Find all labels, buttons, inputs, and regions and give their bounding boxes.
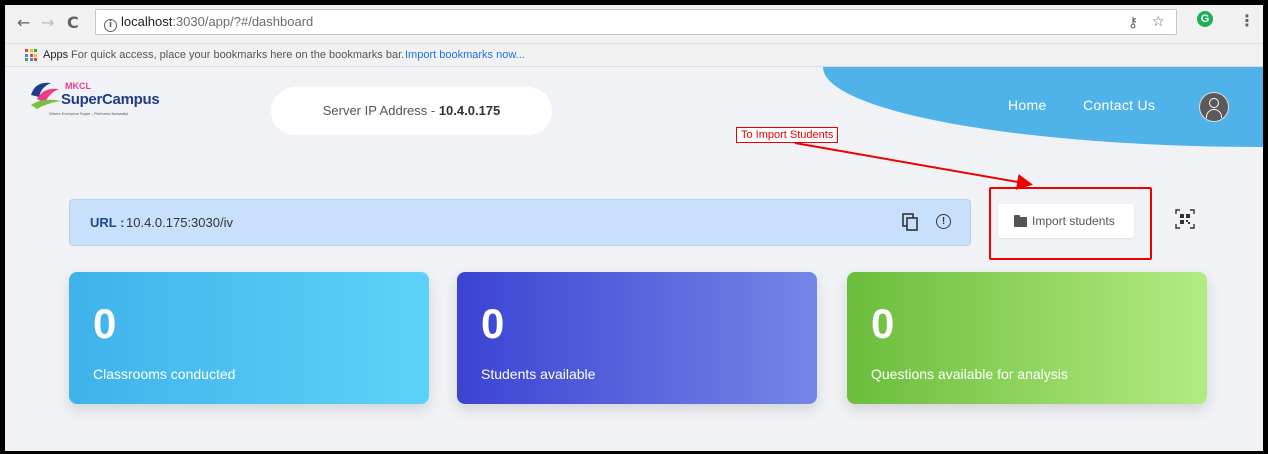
card-value: 0: [93, 300, 117, 347]
card-caption: Questions available for analysis: [871, 366, 1068, 382]
students-card[interactable]: 0 Students available: [457, 272, 817, 404]
bookmark-star-icon[interactable]: ☆: [1152, 10, 1165, 34]
import-bookmarks-link[interactable]: Import bookmarks now...: [405, 44, 525, 66]
bookmarks-hint: For quick access, place your bookmarks h…: [71, 49, 405, 61]
url-value: 10.4.0.175:3030/iv: [126, 215, 233, 230]
nav-home-link[interactable]: Home: [1008, 97, 1047, 113]
server-ip-pill: Server IP Address - 10.4.0.175: [271, 87, 552, 135]
reload-button[interactable]: C: [67, 13, 79, 33]
back-button[interactable]: ←: [17, 13, 30, 33]
url-info-bar: URL : 10.4.0.175:3030/iv !: [69, 199, 971, 246]
card-caption: Students available: [481, 366, 596, 382]
user-avatar-icon[interactable]: [1199, 92, 1229, 122]
grammarly-extension-icon[interactable]: G: [1197, 11, 1213, 27]
card-value: 0: [481, 300, 505, 347]
key-icon[interactable]: ⚷: [1128, 11, 1138, 35]
supercampus-logo[interactable]: MKCL SuperCampus Where Everyone Super - …: [29, 79, 199, 119]
copy-icon[interactable]: [902, 213, 918, 231]
url-path: :3030/app/?#/dashboard: [172, 14, 314, 29]
nav-contact-link[interactable]: Contact Us: [1083, 97, 1155, 113]
card-caption: Classrooms conducted: [93, 366, 236, 382]
logo-tagline: Where Everyone Super - Performs Naturall…: [49, 111, 129, 116]
questions-card[interactable]: 0 Questions available for analysis: [847, 272, 1207, 404]
bookmarks-bar: Apps For quick access, place your bookma…: [5, 44, 1263, 67]
annotation-highlight-box: [989, 187, 1152, 260]
info-alert-icon[interactable]: !: [936, 214, 951, 229]
classrooms-card[interactable]: 0 Classrooms conducted: [69, 272, 429, 404]
forward-button[interactable]: →: [41, 13, 54, 33]
browser-menu-icon[interactable]: ⋮: [1239, 11, 1255, 31]
url-label: URL :: [90, 215, 125, 230]
url-host: localhost: [121, 14, 173, 29]
address-bar[interactable]: i localhost:3030/app/?#/dashboard ⚷ ☆: [95, 9, 1177, 35]
apps-link[interactable]: Apps: [43, 44, 68, 66]
app-dashboard: MKCL SuperCampus Where Everyone Super - …: [5, 67, 1263, 451]
server-ip-value: 10.4.0.175: [438, 103, 501, 118]
server-ip-label: Server IP Address -: [322, 103, 439, 118]
apps-grid-icon[interactable]: [25, 49, 37, 61]
annotation-label: To Import Students: [736, 127, 839, 143]
browser-toolbar: ← → C i localhost:3030/app/?#/dashboard ⚷…: [5, 5, 1263, 44]
info-icon[interactable]: i: [104, 19, 117, 32]
logo-mkcl-text: MKCL: [65, 81, 91, 91]
logo-name: SuperCampus: [61, 91, 160, 108]
card-value: 0: [871, 300, 895, 347]
logo-mark-icon: [31, 82, 61, 109]
browser-window: ← → C i localhost:3030/app/?#/dashboard ⚷…: [5, 5, 1263, 451]
qr-code-icon[interactable]: [1175, 209, 1195, 229]
